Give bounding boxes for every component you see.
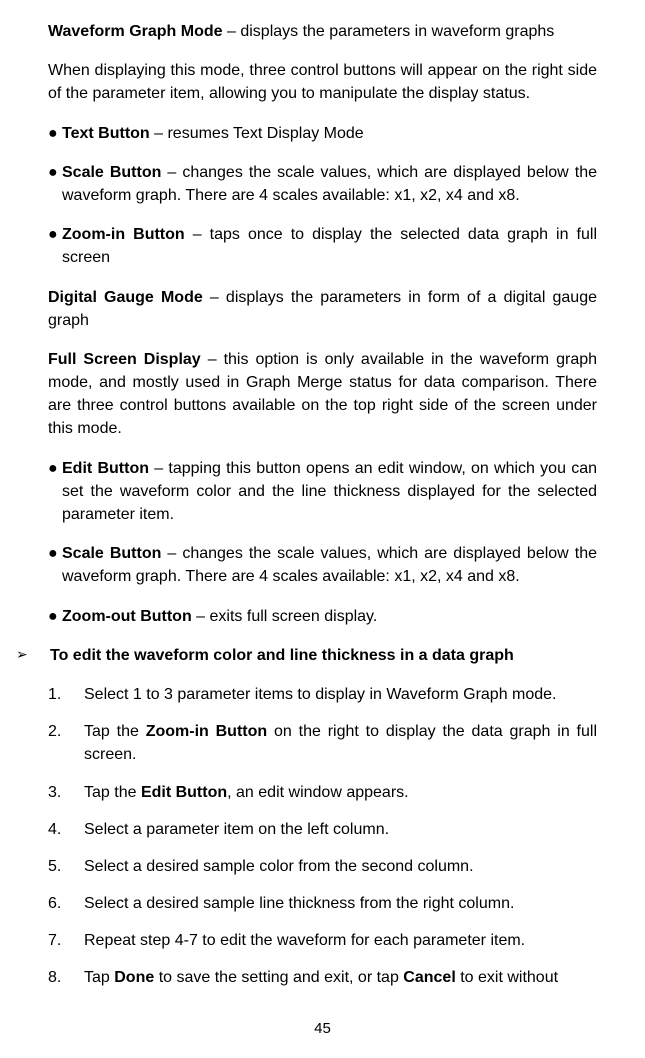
fullscreen-heading: Full Screen Display – this option is onl… <box>48 348 597 441</box>
step-number: 4. <box>48 818 84 841</box>
text-btn-title: Text Button <box>62 125 150 142</box>
arrow-icon: ➢ <box>16 644 50 667</box>
bullet-edit-button: ● Edit Button – tapping this button open… <box>48 457 597 527</box>
step-5: 5. Select a desired sample color from th… <box>48 855 597 878</box>
step-number: 1. <box>48 683 84 706</box>
step-text: Select a desired sample color from the s… <box>84 855 597 878</box>
bullet-icon: ● <box>48 161 62 207</box>
step-text: Select a parameter item on the left colu… <box>84 818 597 841</box>
edit-btn-title: Edit Button <box>62 460 149 477</box>
step-2: 2. Tap the Zoom-in Button on the right t… <box>48 720 597 766</box>
zoomout-btn-desc: – exits full screen display. <box>192 608 378 625</box>
bullet-icon: ● <box>48 122 62 145</box>
page-number: 45 <box>0 1018 645 1040</box>
bullet-icon: ● <box>48 457 62 527</box>
bullet-scale-button: ● Scale Button – changes the scale value… <box>48 161 597 207</box>
step-text: Tap the Zoom-in Button on the right to d… <box>84 720 597 766</box>
step-7: 7. Repeat step 4-7 to edit the waveform … <box>48 929 597 952</box>
arrow-heading-text: To edit the waveform color and line thic… <box>50 644 597 667</box>
step-text: Tap Done to save the setting and exit, o… <box>84 966 597 989</box>
step-1: 1. Select 1 to 3 parameter items to disp… <box>48 683 597 706</box>
step-6: 6. Select a desired sample line thicknes… <box>48 892 597 915</box>
bullet-zoomout-button: ● Zoom-out Button – exits full screen di… <box>48 605 597 628</box>
step-8: 8. Tap Done to save the setting and exit… <box>48 966 597 989</box>
bullet-icon: ● <box>48 605 62 628</box>
step-text: Repeat step 4-7 to edit the waveform for… <box>84 929 597 952</box>
arrow-heading-item: ➢ To edit the waveform color and line th… <box>16 644 597 667</box>
waveform-mode-desc: – displays the parameters in waveform gr… <box>223 23 555 40</box>
text-btn-desc: – resumes Text Display Mode <box>150 125 364 142</box>
waveform-mode-para: When displaying this mode, three control… <box>48 59 597 105</box>
zoomout-btn-title: Zoom-out Button <box>62 608 192 625</box>
step-text: Tap the Edit Button, an edit window appe… <box>84 781 597 804</box>
bullet-zoomin-button: ● Zoom-in Button – taps once to display … <box>48 223 597 269</box>
step-number: 7. <box>48 929 84 952</box>
step-4: 4. Select a parameter item on the left c… <box>48 818 597 841</box>
scale-btn-title: Scale Button <box>62 164 161 181</box>
digital-title: Digital Gauge Mode <box>48 289 203 306</box>
bullet-scale-button-2: ● Scale Button – changes the scale value… <box>48 542 597 588</box>
step-3: 3. Tap the Edit Button, an edit window a… <box>48 781 597 804</box>
waveform-mode-title: Waveform Graph Mode <box>48 23 223 40</box>
step-number: 5. <box>48 855 84 878</box>
step-number: 6. <box>48 892 84 915</box>
step-text: Select a desired sample line thickness f… <box>84 892 597 915</box>
digital-gauge-heading: Digital Gauge Mode – displays the parame… <box>48 286 597 332</box>
bullet-icon: ● <box>48 223 62 269</box>
zoomin-btn-title: Zoom-in Button <box>62 226 185 243</box>
fullscreen-title: Full Screen Display <box>48 351 201 368</box>
step-number: 2. <box>48 720 84 766</box>
scale-btn2-title: Scale Button <box>62 545 161 562</box>
waveform-mode-heading: Waveform Graph Mode – displays the param… <box>48 20 597 43</box>
step-number: 8. <box>48 966 84 989</box>
bullet-icon: ● <box>48 542 62 588</box>
step-text: Select 1 to 3 parameter items to display… <box>84 683 597 706</box>
bullet-text-button: ● Text Button – resumes Text Display Mod… <box>48 122 597 145</box>
step-number: 3. <box>48 781 84 804</box>
